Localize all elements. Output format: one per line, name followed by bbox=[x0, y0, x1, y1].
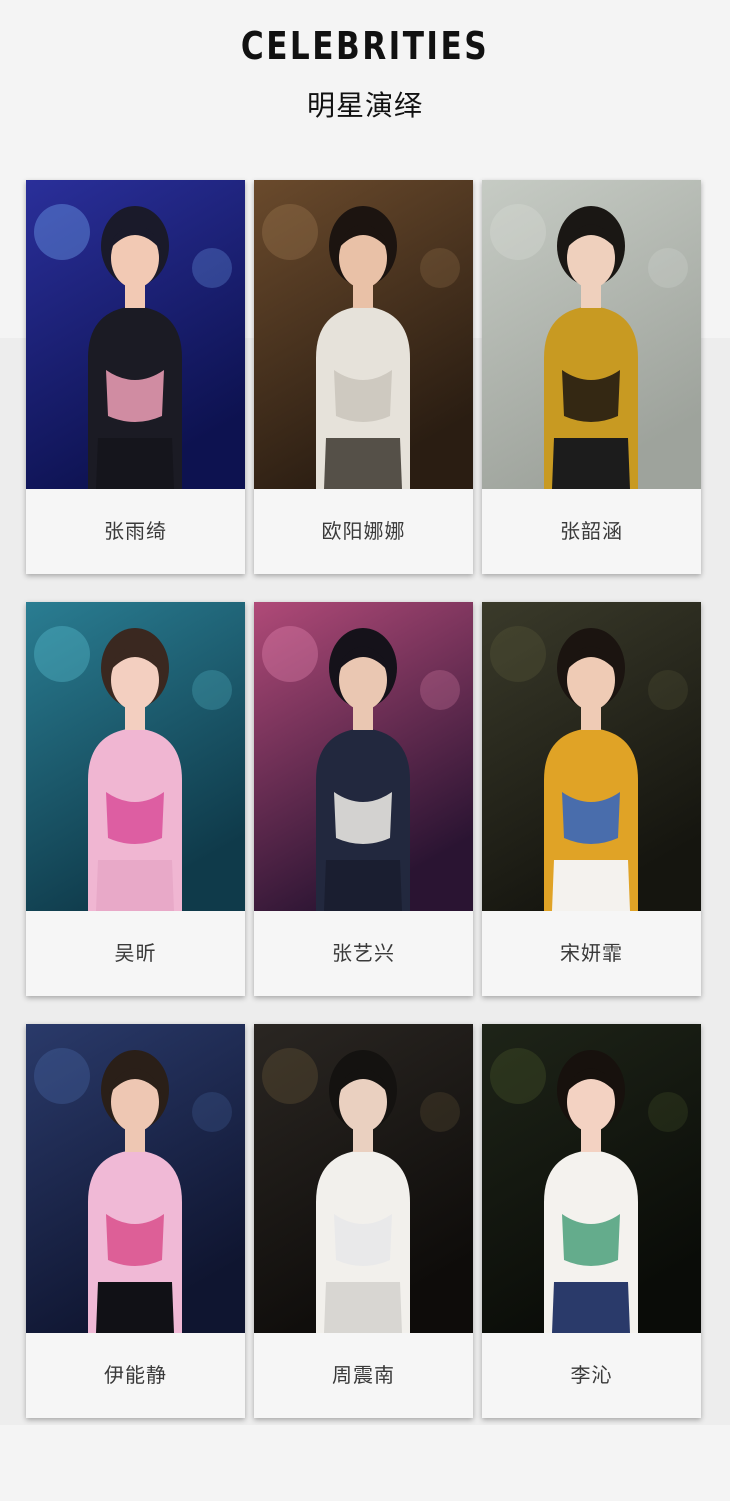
celebrity-name: 张韶涵 bbox=[560, 519, 623, 543]
celebrity-name: 欧阳娜娜 bbox=[321, 519, 406, 543]
bottom-background bbox=[0, 1425, 730, 1501]
celebrity-name: 宋妍霏 bbox=[560, 941, 623, 965]
celebrity-card[interactable]: 李沁 bbox=[482, 1024, 701, 1418]
celebrity-photo bbox=[482, 1024, 701, 1333]
celebrity-photo bbox=[26, 602, 245, 911]
celebrity-card[interactable]: 伊能静 bbox=[26, 1024, 245, 1418]
celebrity-photo bbox=[254, 1024, 473, 1333]
celebrity-name: 吴昕 bbox=[114, 941, 157, 965]
celebrity-card[interactable]: 欧阳娜娜 bbox=[254, 180, 473, 574]
celebrity-card[interactable]: 张艺兴 bbox=[254, 602, 473, 996]
celebrity-name: 周震南 bbox=[332, 1363, 395, 1387]
celebrity-photo bbox=[482, 602, 701, 911]
celebrity-card[interactable]: 张雨绮 bbox=[26, 180, 245, 574]
celebrity-card[interactable]: 吴昕 bbox=[26, 602, 245, 996]
section-title-english: CELEBRITIES bbox=[240, 24, 490, 68]
section-title-chinese: 明星演绎 bbox=[306, 89, 423, 122]
celebrity-photo bbox=[482, 180, 701, 489]
celebrity-photo bbox=[254, 602, 473, 911]
celebrity-name: 伊能静 bbox=[104, 1363, 167, 1387]
celebrity-grid: 张雨绮 欧阳娜娜 张韶涵 吴昕 张艺兴 宋妍霏 伊能静 周震南 李沁 bbox=[26, 180, 702, 1418]
celebrity-photo bbox=[26, 180, 245, 489]
celebrity-photo bbox=[254, 180, 473, 489]
celebrity-card[interactable]: 周震南 bbox=[254, 1024, 473, 1418]
celebrity-name: 李沁 bbox=[570, 1363, 613, 1387]
celebrity-photo bbox=[26, 1024, 245, 1333]
celebrity-card[interactable]: 张韶涵 bbox=[482, 180, 701, 574]
celebrity-name: 张艺兴 bbox=[332, 941, 395, 965]
celebrity-card[interactable]: 宋妍霏 bbox=[482, 602, 701, 996]
celebrity-name: 张雨绮 bbox=[104, 519, 167, 543]
